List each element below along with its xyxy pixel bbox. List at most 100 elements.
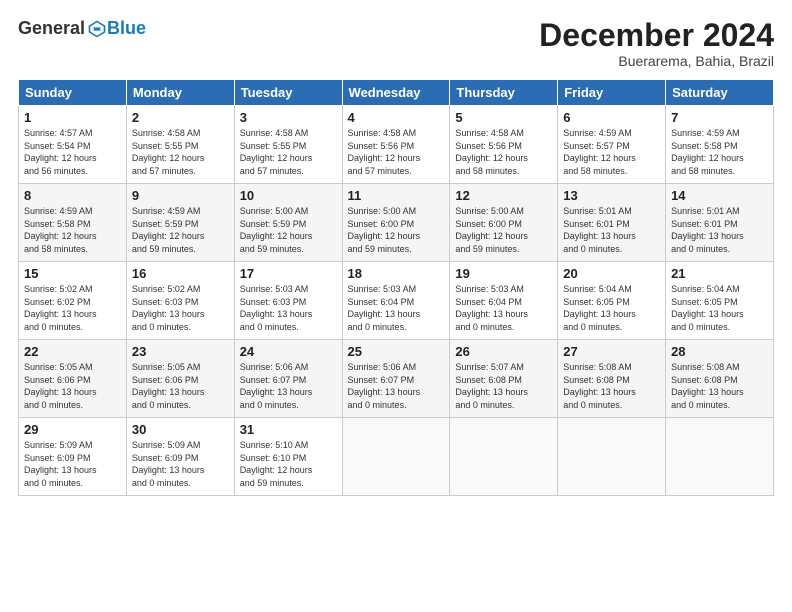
table-row: 20 Sunrise: 5:04 AM Sunset: 6:05 PM Dayli…	[558, 262, 666, 340]
day-info: Sunrise: 5:02 AM Sunset: 6:02 PM Dayligh…	[24, 283, 121, 333]
logo: General Blue	[18, 18, 146, 39]
table-row: 29 Sunrise: 5:09 AM Sunset: 6:09 PM Dayli…	[19, 418, 127, 496]
table-row: 19 Sunrise: 5:03 AM Sunset: 6:04 PM Dayli…	[450, 262, 558, 340]
table-row: 12 Sunrise: 5:00 AM Sunset: 6:00 PM Dayli…	[450, 184, 558, 262]
day-info: Sunrise: 5:01 AM Sunset: 6:01 PM Dayligh…	[671, 205, 768, 255]
col-wednesday: Wednesday	[342, 80, 450, 106]
day-number: 23	[132, 344, 229, 359]
day-info: Sunrise: 5:02 AM Sunset: 6:03 PM Dayligh…	[132, 283, 229, 333]
logo-blue: Blue	[107, 18, 146, 39]
month-title: December 2024	[539, 18, 774, 53]
table-row: 9Sunrise: 4:59 AM Sunset: 5:59 PM Daylig…	[126, 184, 234, 262]
table-row: 17 Sunrise: 5:03 AM Sunset: 6:03 PM Dayli…	[234, 262, 342, 340]
day-number: 20	[563, 266, 660, 281]
day-number: 7	[671, 110, 768, 125]
table-row	[558, 418, 666, 496]
table-row: 6Sunrise: 4:59 AM Sunset: 5:57 PM Daylig…	[558, 106, 666, 184]
day-number: 3	[240, 110, 337, 125]
table-row	[342, 418, 450, 496]
day-info: Sunrise: 5:09 AM Sunset: 6:09 PM Dayligh…	[132, 439, 229, 489]
table-row: 10 Sunrise: 5:00 AM Sunset: 5:59 PM Dayli…	[234, 184, 342, 262]
day-number: 30	[132, 422, 229, 437]
day-number: 22	[24, 344, 121, 359]
day-number: 21	[671, 266, 768, 281]
table-row: 22 Sunrise: 5:05 AM Sunset: 6:06 PM Dayli…	[19, 340, 127, 418]
day-info: Sunrise: 4:57 AM Sunset: 5:54 PM Dayligh…	[24, 127, 121, 177]
table-row: 14 Sunrise: 5:01 AM Sunset: 6:01 PM Dayli…	[666, 184, 774, 262]
col-monday: Monday	[126, 80, 234, 106]
table-row: 3Sunrise: 4:58 AM Sunset: 5:55 PM Daylig…	[234, 106, 342, 184]
table-row: 7 Sunrise: 4:59 AM Sunset: 5:58 PM Daylig…	[666, 106, 774, 184]
table-row: 15 Sunrise: 5:02 AM Sunset: 6:02 PM Dayli…	[19, 262, 127, 340]
day-number: 31	[240, 422, 337, 437]
day-number: 4	[348, 110, 445, 125]
header: General Blue December 2024 Buerarema, Ba…	[18, 18, 774, 69]
day-info: Sunrise: 4:58 AM Sunset: 5:55 PM Dayligh…	[132, 127, 229, 177]
table-row	[450, 418, 558, 496]
day-number: 29	[24, 422, 121, 437]
table-row: 26 Sunrise: 5:07 AM Sunset: 6:08 PM Dayli…	[450, 340, 558, 418]
day-info: Sunrise: 5:00 AM Sunset: 6:00 PM Dayligh…	[455, 205, 552, 255]
calendar-week-4: 22 Sunrise: 5:05 AM Sunset: 6:06 PM Dayli…	[19, 340, 774, 418]
day-info: Sunrise: 5:00 AM Sunset: 6:00 PM Dayligh…	[348, 205, 445, 255]
day-number: 14	[671, 188, 768, 203]
day-info: Sunrise: 5:08 AM Sunset: 6:08 PM Dayligh…	[563, 361, 660, 411]
day-number: 26	[455, 344, 552, 359]
table-row: 1Sunrise: 4:57 AM Sunset: 5:54 PM Daylig…	[19, 106, 127, 184]
day-info: Sunrise: 5:01 AM Sunset: 6:01 PM Dayligh…	[563, 205, 660, 255]
col-saturday: Saturday	[666, 80, 774, 106]
day-info: Sunrise: 5:05 AM Sunset: 6:06 PM Dayligh…	[132, 361, 229, 411]
calendar-table: Sunday Monday Tuesday Wednesday Thursday…	[18, 79, 774, 496]
day-info: Sunrise: 4:58 AM Sunset: 5:56 PM Dayligh…	[455, 127, 552, 177]
table-row	[666, 418, 774, 496]
day-info: Sunrise: 5:03 AM Sunset: 6:04 PM Dayligh…	[348, 283, 445, 333]
day-number: 19	[455, 266, 552, 281]
day-number: 12	[455, 188, 552, 203]
day-info: Sunrise: 4:59 AM Sunset: 5:58 PM Dayligh…	[671, 127, 768, 177]
table-row: 27Sunrise: 5:08 AM Sunset: 6:08 PM Dayli…	[558, 340, 666, 418]
day-info: Sunrise: 5:06 AM Sunset: 6:07 PM Dayligh…	[348, 361, 445, 411]
day-number: 15	[24, 266, 121, 281]
day-number: 13	[563, 188, 660, 203]
day-info: Sunrise: 4:59 AM Sunset: 5:57 PM Dayligh…	[563, 127, 660, 177]
calendar-week-5: 29 Sunrise: 5:09 AM Sunset: 6:09 PM Dayli…	[19, 418, 774, 496]
day-info: Sunrise: 5:03 AM Sunset: 6:03 PM Dayligh…	[240, 283, 337, 333]
table-row: 13 Sunrise: 5:01 AM Sunset: 6:01 PM Dayli…	[558, 184, 666, 262]
location-subtitle: Buerarema, Bahia, Brazil	[539, 53, 774, 69]
table-row: 16 Sunrise: 5:02 AM Sunset: 6:03 PM Dayli…	[126, 262, 234, 340]
table-row: 25 Sunrise: 5:06 AM Sunset: 6:07 PM Dayli…	[342, 340, 450, 418]
day-number: 16	[132, 266, 229, 281]
day-info: Sunrise: 5:00 AM Sunset: 5:59 PM Dayligh…	[240, 205, 337, 255]
table-row: 28 Sunrise: 5:08 AM Sunset: 6:08 PM Dayli…	[666, 340, 774, 418]
day-info: Sunrise: 4:59 AM Sunset: 5:58 PM Dayligh…	[24, 205, 121, 255]
day-number: 8	[24, 188, 121, 203]
table-row: 5 Sunrise: 4:58 AM Sunset: 5:56 PM Daylig…	[450, 106, 558, 184]
logo-general: General	[18, 18, 85, 39]
calendar-week-1: 1Sunrise: 4:57 AM Sunset: 5:54 PM Daylig…	[19, 106, 774, 184]
table-row: 31 Sunrise: 5:10 AM Sunset: 6:10 PM Dayli…	[234, 418, 342, 496]
day-number: 25	[348, 344, 445, 359]
day-number: 5	[455, 110, 552, 125]
calendar-week-3: 15 Sunrise: 5:02 AM Sunset: 6:02 PM Dayli…	[19, 262, 774, 340]
col-friday: Friday	[558, 80, 666, 106]
col-sunday: Sunday	[19, 80, 127, 106]
day-info: Sunrise: 5:07 AM Sunset: 6:08 PM Dayligh…	[455, 361, 552, 411]
day-info: Sunrise: 5:05 AM Sunset: 6:06 PM Dayligh…	[24, 361, 121, 411]
table-row: 4Sunrise: 4:58 AM Sunset: 5:56 PM Daylig…	[342, 106, 450, 184]
day-info: Sunrise: 5:09 AM Sunset: 6:09 PM Dayligh…	[24, 439, 121, 489]
day-info: Sunrise: 5:03 AM Sunset: 6:04 PM Dayligh…	[455, 283, 552, 333]
table-row: 30 Sunrise: 5:09 AM Sunset: 6:09 PM Dayli…	[126, 418, 234, 496]
day-info: Sunrise: 5:08 AM Sunset: 6:08 PM Dayligh…	[671, 361, 768, 411]
day-number: 10	[240, 188, 337, 203]
calendar-header-row: Sunday Monday Tuesday Wednesday Thursday…	[19, 80, 774, 106]
day-info: Sunrise: 5:06 AM Sunset: 6:07 PM Dayligh…	[240, 361, 337, 411]
page: General Blue December 2024 Buerarema, Ba…	[0, 0, 792, 612]
day-number: 28	[671, 344, 768, 359]
day-number: 17	[240, 266, 337, 281]
day-info: Sunrise: 5:04 AM Sunset: 6:05 PM Dayligh…	[563, 283, 660, 333]
day-info: Sunrise: 5:04 AM Sunset: 6:05 PM Dayligh…	[671, 283, 768, 333]
day-number: 9	[132, 188, 229, 203]
day-info: Sunrise: 5:10 AM Sunset: 6:10 PM Dayligh…	[240, 439, 337, 489]
day-number: 11	[348, 188, 445, 203]
table-row: 2Sunrise: 4:58 AM Sunset: 5:55 PM Daylig…	[126, 106, 234, 184]
